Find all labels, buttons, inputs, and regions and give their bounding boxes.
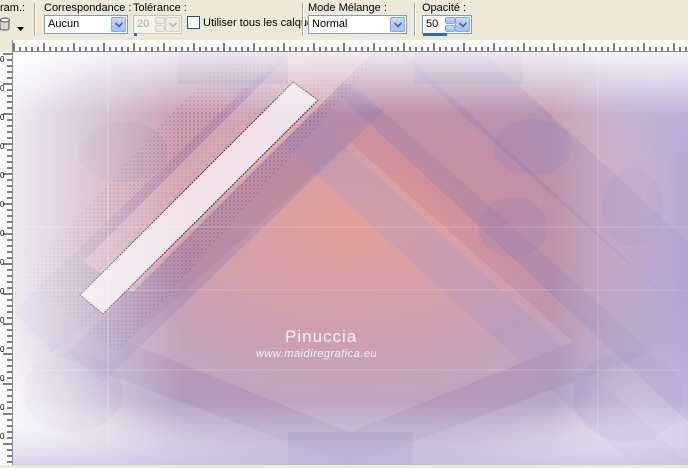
- correspondance-label: Correspondance :: [44, 2, 132, 14]
- ruler-label: 0: [0, 316, 5, 325]
- chevron-down-icon[interactable]: [390, 17, 405, 32]
- toolbar-separator: [302, 3, 304, 36]
- ruler-corner: [0, 40, 12, 52]
- tolerance-spinner[interactable]: 20: [133, 15, 182, 36]
- opacity-spin-buttons[interactable]: [445, 17, 455, 32]
- ruler-label: 0: [0, 55, 5, 64]
- opacity-group: Opacité :: [422, 2, 466, 14]
- image-canvas[interactable]: Pinuccia www.maidiregrafica.eu: [13, 52, 688, 465]
- ruler-label: 0: [0, 403, 5, 412]
- watermark-url: www.maidiregrafica.eu: [256, 348, 378, 360]
- opacity-label: Opacité :: [422, 2, 467, 14]
- vertical-ruler[interactable]: 0 0 0 0 0 0 0 0 0 0 0 0 0 0: [0, 40, 13, 465]
- blend-mode-value: Normal: [312, 18, 348, 30]
- presets-label: ram.:: [0, 2, 26, 14]
- correspondance-select[interactable]: Aucun: [44, 15, 128, 34]
- toolbar-separator: [34, 3, 36, 36]
- ruler-label: 0: [0, 200, 5, 209]
- ruler-label: 0: [0, 171, 5, 180]
- preset-icon[interactable]: [0, 16, 14, 32]
- ruler-label: 0: [0, 142, 5, 151]
- tool-options-bar: ram.: Correspondance : Aucun Tolérance :…: [0, 0, 688, 41]
- horizontal-ruler[interactable]: [12, 40, 688, 52]
- tolerance-spin-buttons[interactable]: [155, 17, 165, 32]
- ruler-label: 0: [0, 84, 5, 93]
- blend-mode-label: Mode Mélange :: [308, 2, 387, 14]
- blend-mode-select[interactable]: Normal: [308, 15, 407, 34]
- opacity-value: 50: [426, 18, 439, 30]
- ruler-label: 0: [0, 113, 5, 122]
- ruler-label: 0: [0, 287, 5, 296]
- chevron-down-icon[interactable]: [455, 17, 470, 32]
- canvas-artwork: [13, 52, 688, 465]
- watermark-name: Pinuccia: [285, 327, 358, 346]
- use-all-layers-checkbox[interactable]: [187, 16, 200, 29]
- tolerance-group: Tolérance :: [133, 2, 187, 14]
- tolerance-value: 20: [137, 18, 150, 30]
- opacity-spinner[interactable]: 50: [422, 15, 472, 36]
- chevron-down-icon[interactable]: [165, 17, 180, 32]
- ruler-label: 0: [0, 345, 5, 354]
- tolerance-label: Tolérance :: [133, 2, 187, 14]
- blend-mode-group: Mode Mélange :: [308, 2, 387, 14]
- chevron-down-icon[interactable]: [111, 17, 126, 32]
- preset-dropdown-arrow[interactable]: [17, 22, 24, 34]
- correspondance-group: Correspondance :: [44, 2, 131, 14]
- opacity-level-bar: [423, 33, 447, 36]
- tolerance-level-bar: [134, 33, 137, 36]
- correspondance-value: Aucun: [48, 18, 80, 30]
- presets-group: ram.:: [0, 2, 25, 14]
- ruler-label: 0: [0, 432, 5, 441]
- ruler-label: 0: [0, 229, 5, 238]
- ruler-label: 0: [0, 374, 5, 383]
- toolbar-separator: [414, 3, 416, 36]
- ruler-label: 0: [0, 258, 5, 267]
